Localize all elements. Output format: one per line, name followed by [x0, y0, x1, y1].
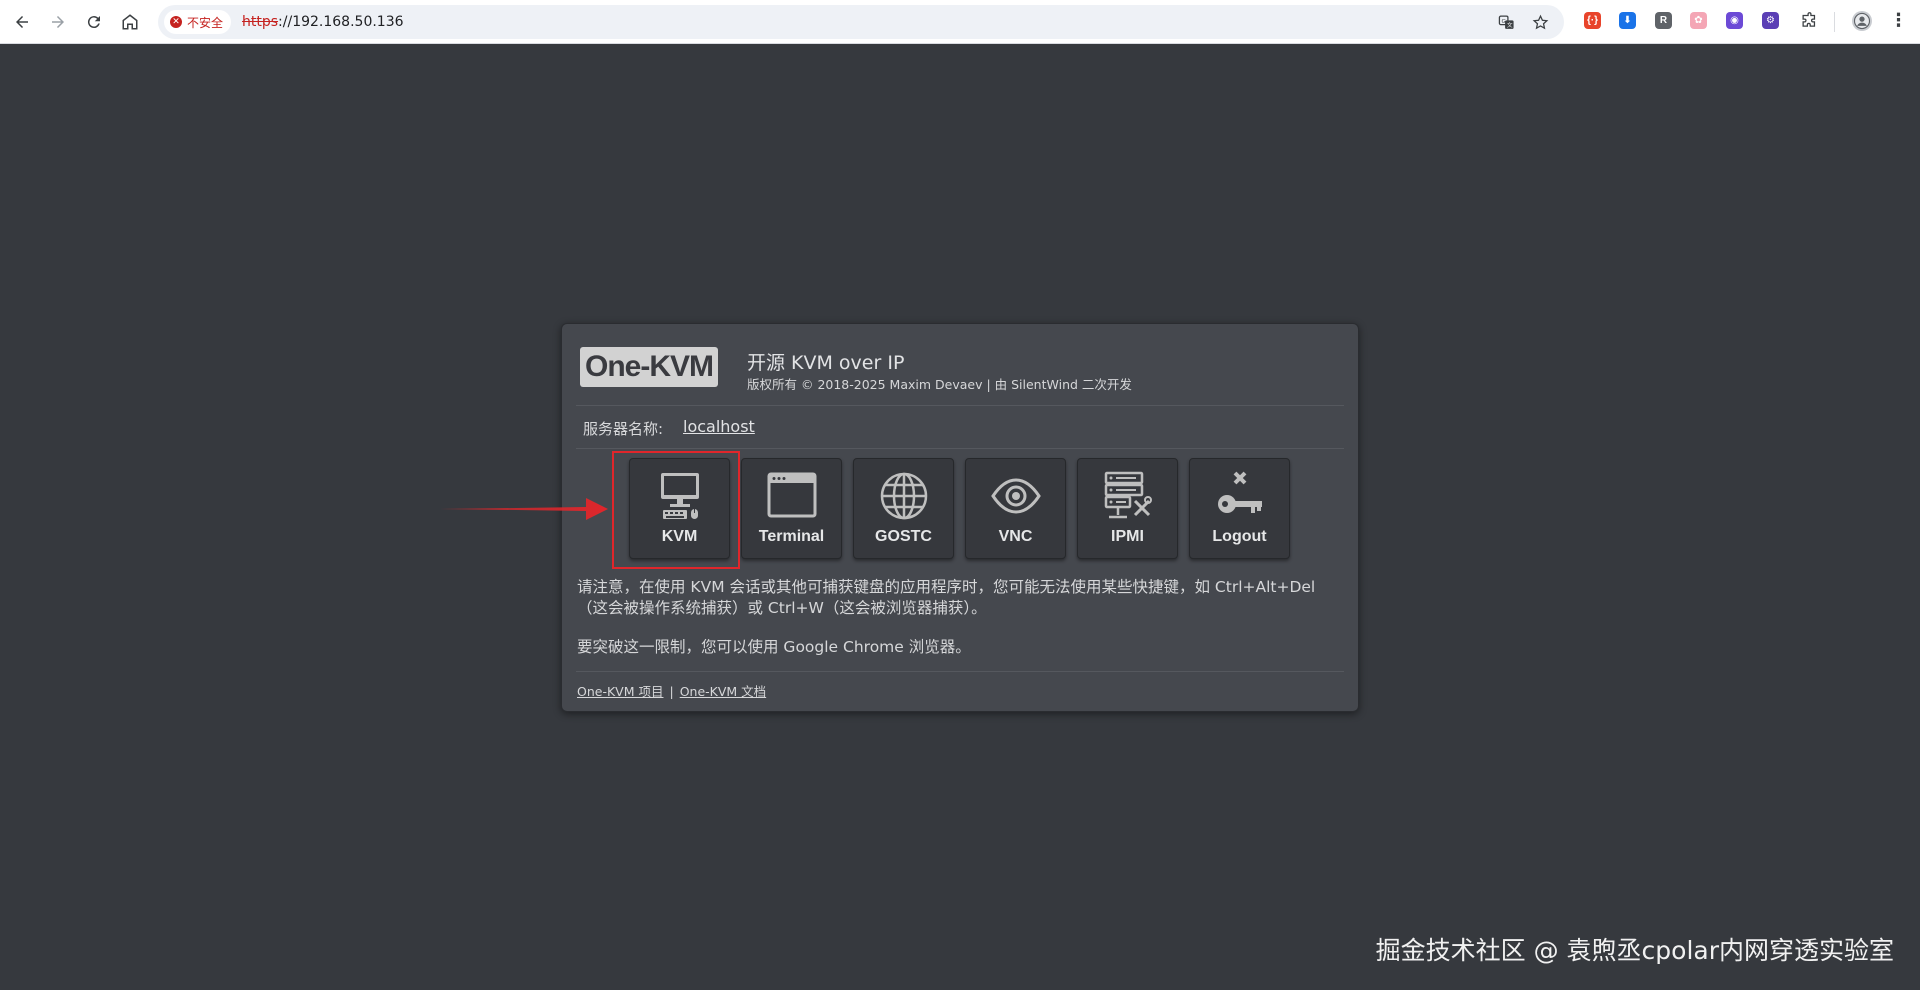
- ipmi-button[interactable]: IPMI: [1077, 458, 1178, 559]
- notice-line-2: （这会被操作系统捕获）或 Ctrl+W（这会被浏览器捕获）。: [577, 599, 987, 617]
- url-host: ://192.168.50.136: [278, 14, 404, 30]
- divider: [576, 671, 1344, 672]
- red-highlight-box: [612, 451, 740, 569]
- home-icon: [122, 14, 138, 30]
- home-button[interactable]: [117, 9, 143, 35]
- extension-r-icon[interactable]: R: [1655, 12, 1672, 29]
- extension-json-icon[interactable]: {·}: [1584, 12, 1601, 29]
- not-secure-icon: ✕: [170, 16, 182, 28]
- security-chip[interactable]: ✕ 不安全: [164, 10, 232, 34]
- server-name-link[interactable]: localhost: [683, 417, 755, 436]
- translate-icon[interactable]: G文: [1496, 12, 1516, 32]
- copyright-text: 版权所有 © 2018-2025 Maxim Devaev | 由 Silent…: [747, 377, 1132, 392]
- notice-line-1: 请注意，在使用 KVM 会话或其他可捕获键盘的应用程序时，您可能无法使用某些快捷…: [577, 578, 1316, 596]
- project-link[interactable]: One-KVM 项目: [577, 684, 663, 699]
- extensions-puzzle-icon[interactable]: [1801, 12, 1818, 29]
- red-arrow-annotation: [440, 498, 608, 520]
- extension-purple-icon[interactable]: ◉: [1726, 12, 1743, 29]
- divider: [576, 405, 1344, 406]
- chrome-tip: 要突破这一限制，您可以使用 Google Chrome 浏览器。: [577, 638, 971, 656]
- url-text[interactable]: https://192.168.50.136: [242, 5, 404, 39]
- watermark-text: 掘金技术社区 @ 袁煦丞cpolar内网穿透实验室: [1375, 936, 1894, 965]
- terminal-window-icon: [767, 472, 817, 518]
- toolbar-divider: [1834, 12, 1835, 32]
- reload-icon: [87, 16, 100, 29]
- footer-links: One-KVM 项目 | One-KVM 文档: [577, 681, 766, 700]
- vnc-label: VNC: [998, 528, 1033, 545]
- back-button[interactable]: [9, 9, 35, 35]
- url-scheme: https: [242, 14, 279, 30]
- divider: [576, 448, 1344, 449]
- key-x-icon: [1218, 471, 1262, 513]
- panel-title: 开源 KVM over IP: [747, 352, 905, 374]
- address-bar[interactable]: ✕ 不安全 https://192.168.50.136 G文: [158, 5, 1564, 39]
- extension-download-icon[interactable]: ⬇: [1619, 12, 1636, 29]
- security-label: 不安全: [187, 15, 224, 30]
- logout-label: Logout: [1212, 528, 1267, 545]
- bookmark-star-icon[interactable]: [1530, 12, 1550, 32]
- docs-link[interactable]: One-KVM 文档: [680, 684, 766, 699]
- vnc-button[interactable]: VNC: [965, 458, 1066, 559]
- terminal-button[interactable]: Terminal: [741, 458, 842, 559]
- extension-gear-icon[interactable]: ⚙: [1762, 12, 1779, 29]
- server-name-label: 服务器名称:: [583, 420, 664, 438]
- login-panel: One-KVM 开源 KVM over IP 版权所有 © 2018-2025 …: [561, 323, 1359, 712]
- globe-icon: [880, 472, 928, 520]
- arrow-right-icon: [52, 16, 64, 28]
- profile-avatar[interactable]: [1852, 11, 1872, 31]
- arrow-left-icon: [16, 16, 28, 28]
- reload-button[interactable]: [81, 9, 107, 35]
- ipmi-label: IPMI: [1111, 528, 1144, 545]
- terminal-label: Terminal: [758, 528, 825, 545]
- browser-toolbar: ✕ 不安全 https://192.168.50.136 G文 {·} ⬇ R ✿ ◉ ⚙…: [0, 0, 1920, 44]
- keyboard-capture-notice: 请注意，在使用 KVM 会话或其他可捕获键盘的应用程序时，您可能无法使用某些快捷…: [577, 577, 1352, 619]
- gostc-button[interactable]: GOSTC: [853, 458, 954, 559]
- logout-button[interactable]: Logout: [1189, 458, 1290, 559]
- gostc-label: GOSTC: [875, 528, 932, 545]
- kebab-menu-icon[interactable]: ⋮: [1890, 10, 1908, 30]
- forward-button[interactable]: [45, 9, 71, 35]
- one-kvm-logo: One-KVM: [580, 347, 718, 387]
- server-tools-icon: [1104, 471, 1152, 519]
- avatar-icon: [1853, 12, 1871, 30]
- extension-pink-icon[interactable]: ✿: [1690, 12, 1707, 29]
- footer-separator: |: [669, 684, 674, 699]
- eye-icon: [991, 478, 1041, 514]
